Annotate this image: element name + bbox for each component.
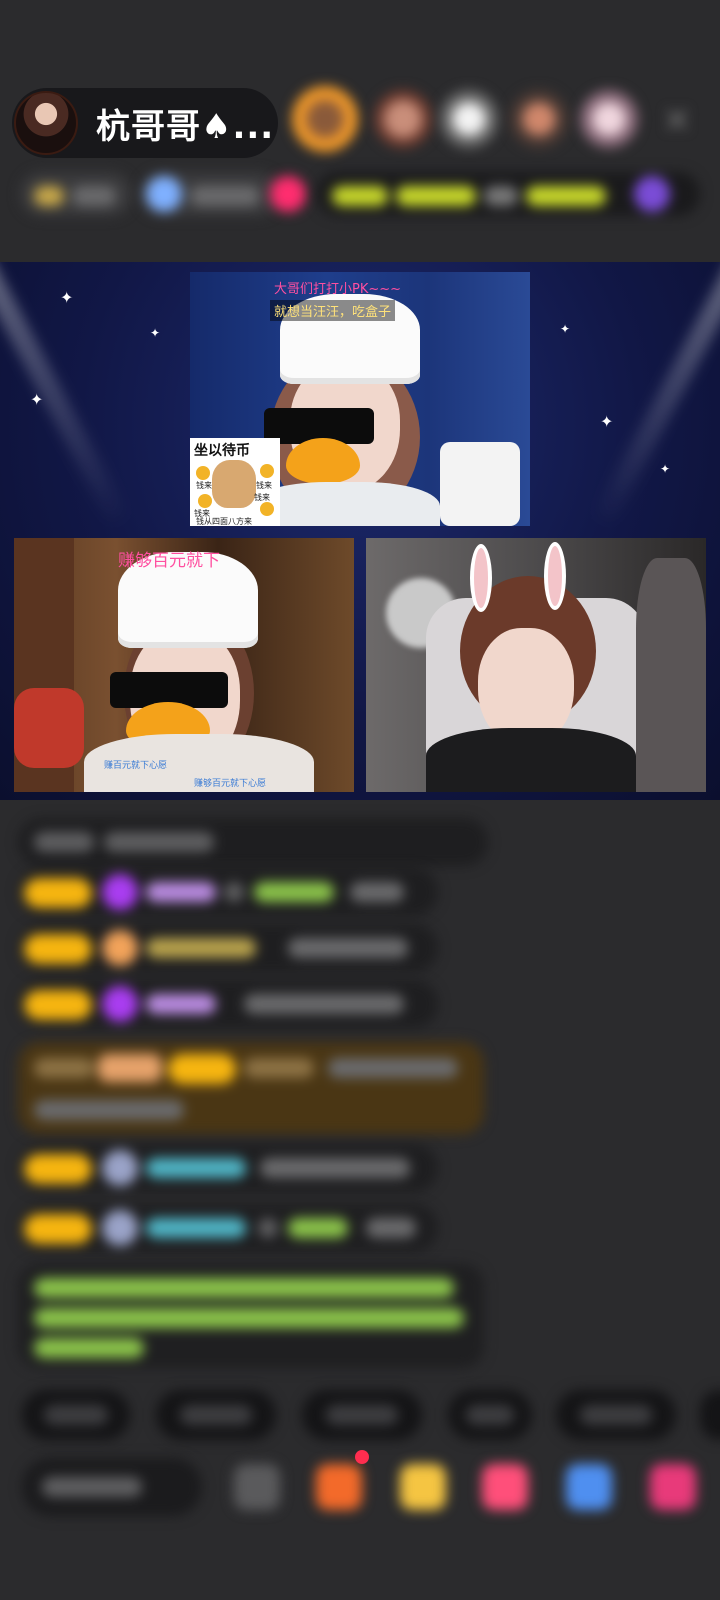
star-icon: ✦ (600, 412, 614, 431)
host-avatar[interactable] (14, 91, 78, 155)
chat-input[interactable] (22, 1458, 202, 1516)
bunny-ears-sticker (470, 544, 492, 612)
chat-message (18, 868, 438, 916)
gift-box-icon[interactable] (316, 1464, 362, 1510)
system-notice (18, 1264, 484, 1368)
stream-overlay-text: 赚够百元就下心愿 (194, 779, 267, 789)
pink-gift-icon[interactable] (482, 1464, 528, 1510)
star-icon: ✦ (560, 322, 571, 336)
stream-video-top[interactable]: 大哥们打打小PK~~~ 就想当汪汪，吃盒子 坐以待币 钱来 钱来 钱来 钱来 钱… (190, 272, 530, 526)
viewer-avatar-5[interactable] (580, 90, 638, 148)
bunny-ears-sticker (544, 542, 566, 610)
level-badge (24, 878, 92, 908)
stream-overlay-text: 赚百元就下心愿 (104, 761, 168, 771)
duck-beak-sticker (286, 438, 360, 484)
chat-gift-message (18, 1042, 484, 1134)
stream-overlay-text: 大哥们打打小PK~~~ (274, 282, 402, 297)
level-badge (24, 1214, 92, 1244)
more-gifts-icon[interactable] (650, 1464, 696, 1510)
cat-card-footer: 钱从四面八方来 (196, 517, 252, 526)
cat-card-word: 钱来 (256, 481, 272, 490)
chat-message (18, 924, 438, 972)
host-info-pill[interactable]: 杭哥哥♠... (12, 88, 278, 158)
level-badge (24, 1154, 92, 1184)
rank-chip[interactable] (20, 172, 132, 216)
chat-message (18, 1144, 438, 1192)
cat-card-word: 钱来 (254, 493, 270, 502)
stream-video-right[interactable] (366, 538, 706, 792)
user-avatar (102, 1210, 138, 1246)
close-icon[interactable]: ✕ (660, 104, 694, 138)
quick-reply[interactable] (448, 1390, 532, 1440)
star-icon: ✦ (660, 462, 671, 476)
viewer-avatar-4[interactable] (510, 90, 568, 148)
diamond-icon (102, 986, 138, 1022)
cat-card-title: 坐以待币 (194, 443, 250, 459)
notification-dot (355, 1450, 369, 1464)
fan-badge-icon (102, 930, 138, 966)
info-row (20, 172, 700, 216)
viewer-avatar-1[interactable] (292, 86, 358, 152)
quick-reply[interactable] (556, 1390, 676, 1440)
cat-sticker-card: 坐以待币 钱来 钱来 钱来 钱来 钱从四面八方来 (190, 438, 280, 526)
quick-reply[interactable] (302, 1390, 422, 1440)
stream-video-left[interactable]: 赚够百元就下 赚百元就下心愿 赚够百元就下心愿 (14, 538, 354, 792)
quick-reply[interactable] (700, 1390, 720, 1440)
pink-action-icon[interactable] (270, 176, 306, 212)
stream-overlay-text: 就想当汪汪，吃盒子 (270, 300, 396, 321)
quick-reply[interactable] (22, 1390, 130, 1440)
cat-icon (212, 460, 256, 508)
viewer-avatar-3[interactable] (440, 90, 498, 148)
quick-reply[interactable] (156, 1390, 276, 1440)
diamond-icon (102, 874, 138, 910)
stream-overlay-text: 赚够百元就下 (118, 551, 220, 571)
star-icon: ✦ (150, 326, 161, 340)
game-icon[interactable] (566, 1464, 612, 1510)
level-badge (24, 934, 92, 964)
level-badge (24, 990, 92, 1020)
chat-message (18, 980, 438, 1028)
star-icon: ✦ (60, 288, 74, 307)
star-icon: ✦ (30, 390, 44, 409)
viewer-avatar-2[interactable] (374, 90, 432, 148)
task-chip[interactable] (316, 172, 700, 216)
fans-chip[interactable] (140, 172, 280, 216)
emoji-icon[interactable] (234, 1464, 280, 1510)
host-name[interactable]: 杭哥哥♠... (96, 99, 274, 148)
spotlight-right (590, 262, 720, 530)
cat-card-word: 钱来 (196, 481, 212, 490)
chat-message (18, 818, 488, 866)
user-avatar (102, 1150, 138, 1186)
chat-message (18, 1204, 438, 1252)
treasure-icon[interactable] (400, 1464, 446, 1510)
pk-stage: ✦ ✦ ✦ ✦ ✦ ✦ 大哥们打打小PK~~~ 就想当汪汪，吃盒子 坐以待币 钱… (0, 262, 720, 800)
